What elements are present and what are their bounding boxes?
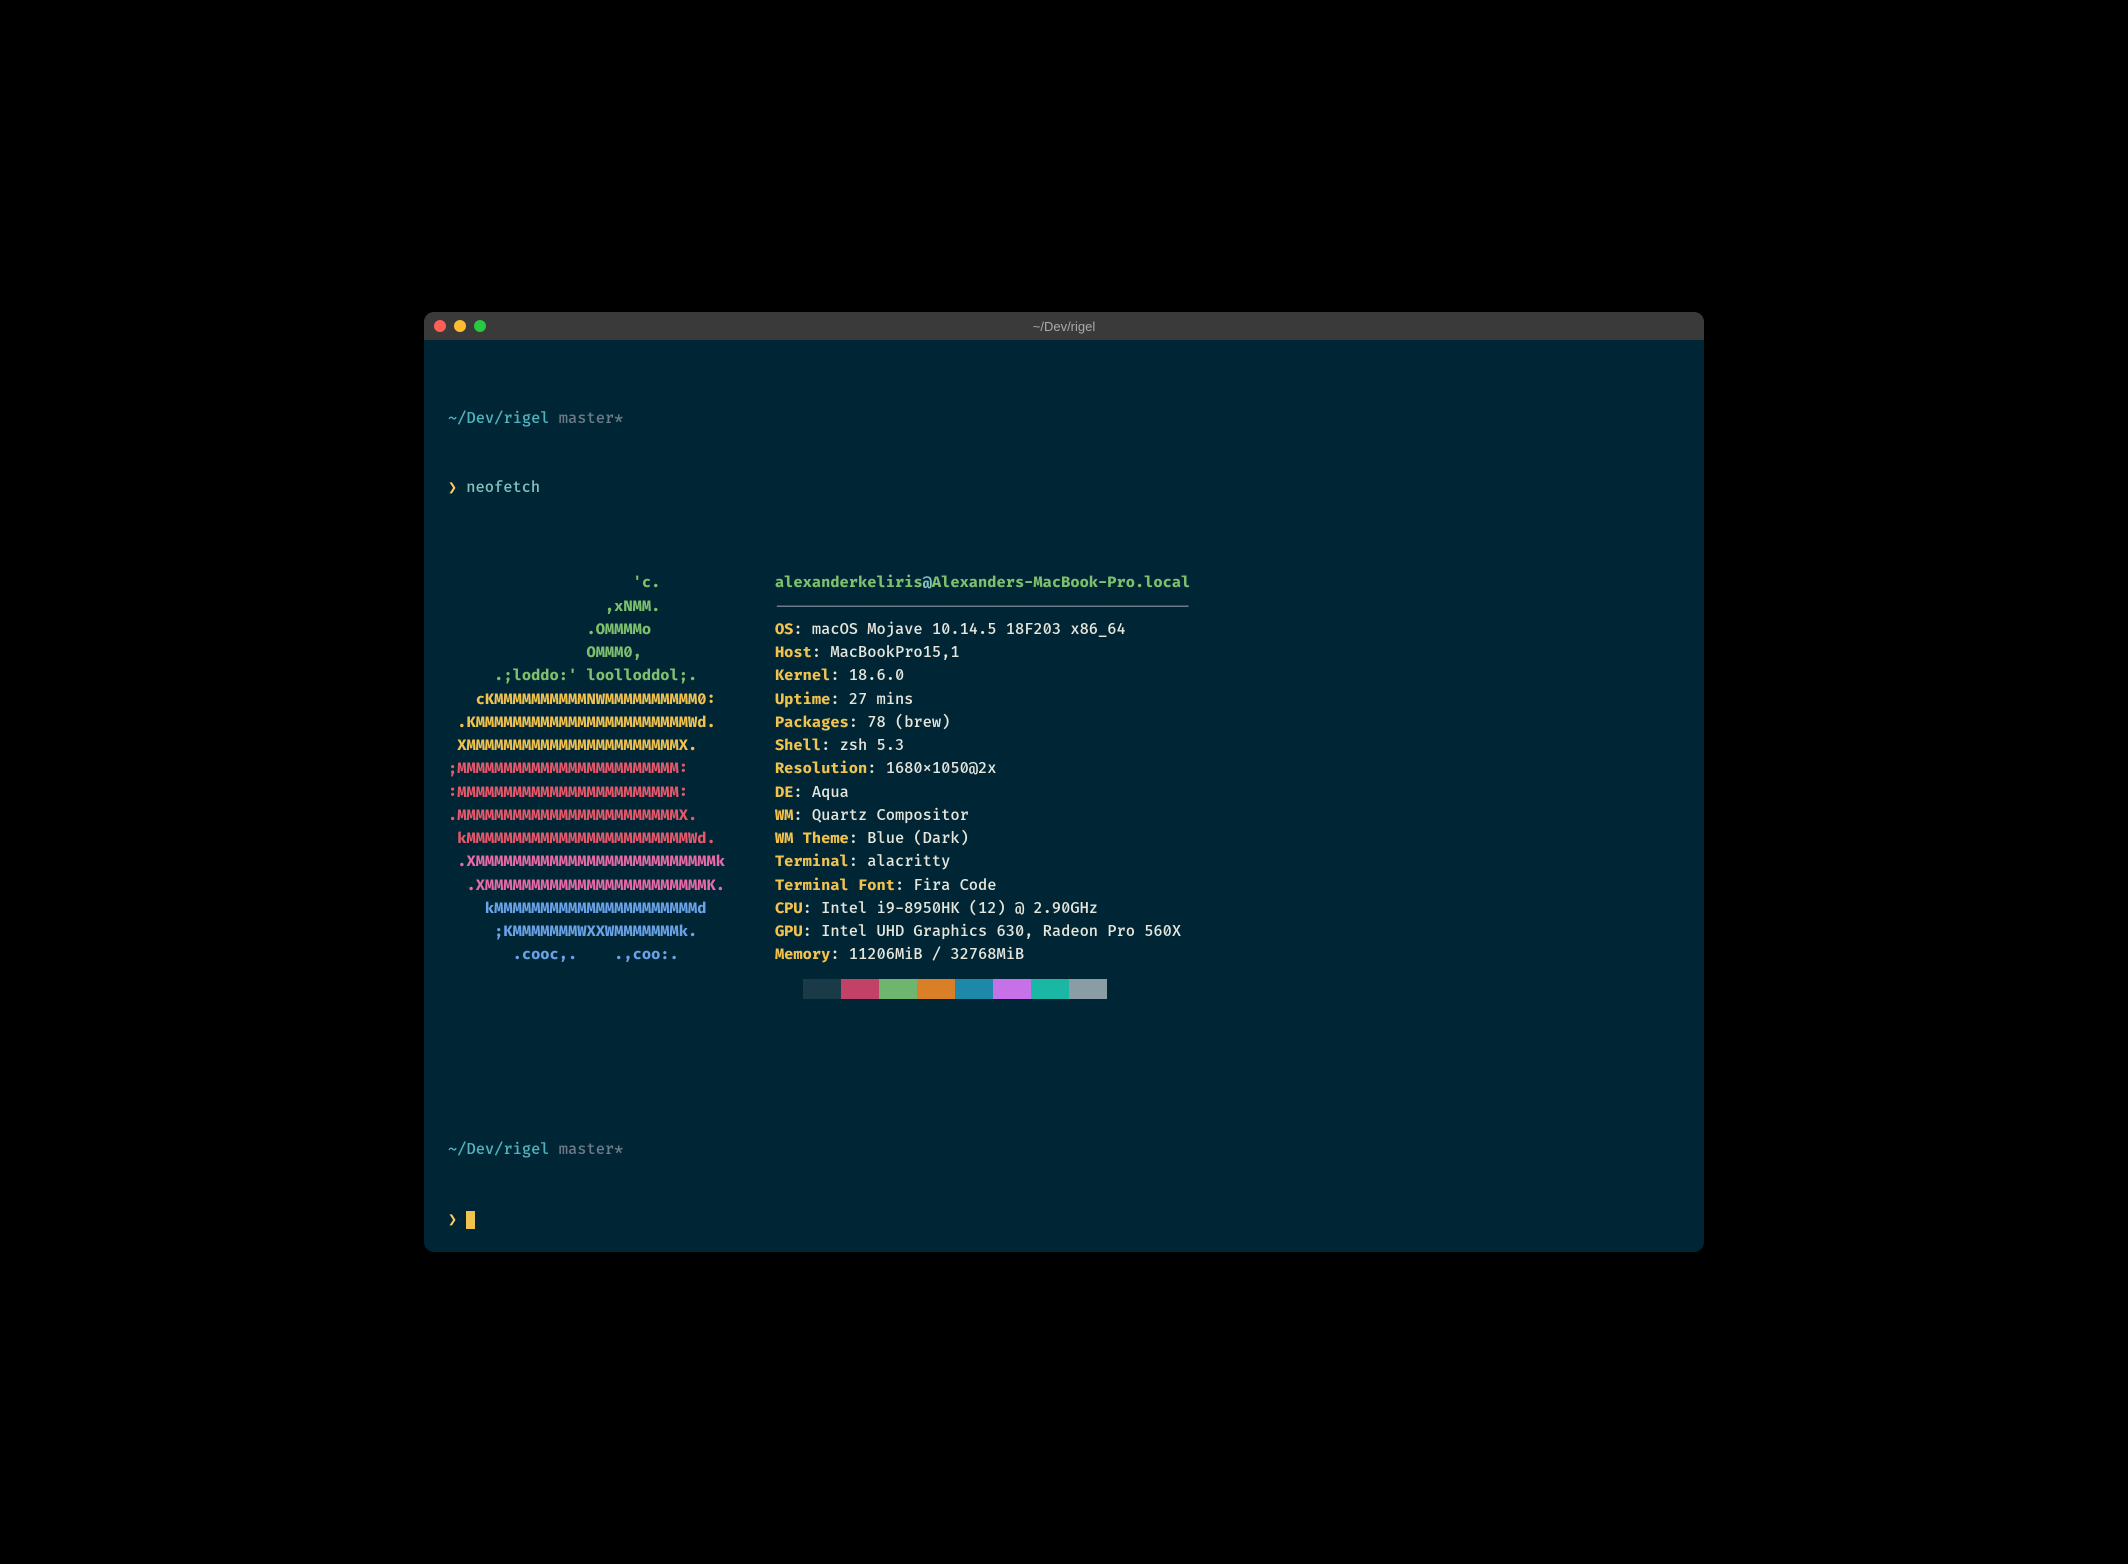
username: alexanderkeliris [775,573,923,592]
color-swatch [917,979,955,999]
ascii-logo: 'c. ,xNMM. .OMMMMo OMMM0, .;loddo:' lool… [448,571,725,998]
git-branch: master* [559,1140,624,1159]
neofetch-output: 'c. ,xNMM. .OMMMMo OMMM0, .;loddo:' lool… [448,571,1680,998]
info-row: CPU: Intel i9-8950HK (12) @ 2.90GHz [775,899,1098,918]
window-title: ~/Dev/rigel [1033,319,1096,334]
color-swatch [879,979,917,999]
git-branch: master* [559,409,624,428]
info-row: Terminal Font: Fira Code [775,876,997,895]
hostname: Alexanders-MacBook-Pro.local [932,573,1190,592]
color-swatch [803,979,841,999]
color-swatch [1031,979,1069,999]
color-swatch [1069,979,1107,999]
info-row: Memory: 11206MiB / 32768MiB [775,945,1024,964]
command-line: ❯ neofetch [448,476,1680,499]
info-row: Shell: zsh 5.3 [775,736,904,755]
info-row: DE: Aqua [775,783,849,802]
info-row: GPU: Intel UHD Graphics 630, Radeon Pro … [775,922,1181,941]
info-row: Packages: 78 (brew) [775,713,950,732]
info-row: WM Theme: Blue (Dark) [775,829,969,848]
separator: ----------------------------------------… [775,597,1190,616]
info-row: OS: macOS Mojave 10.14.5 18F203 x86_64 [775,620,1126,639]
command-line: ❯ [448,1208,1680,1231]
info-row: WM: Quartz Compositor [775,806,969,825]
color-swatch [955,979,993,999]
prompt-line: ~/Dev/rigel master* [448,407,1680,430]
prompt-path: ~/Dev/rigel [448,409,550,428]
system-info: alexanderkeliris@Alexanders-MacBook-Pro.… [775,571,1190,998]
titlebar: ~/Dev/rigel [424,312,1704,340]
color-swatch [993,979,1031,999]
terminal-window: ~/Dev/rigel ~/Dev/rigel master* ❯ neofet… [424,312,1704,1252]
cursor-icon [466,1211,475,1229]
command: neofetch [466,478,540,497]
minimize-button[interactable] [454,320,466,332]
close-button[interactable] [434,320,446,332]
info-row: Resolution: 1680x1050@2x [775,759,997,778]
prompt-line: ~/Dev/rigel master* [448,1138,1680,1161]
prompt-arrow: ❯ [448,478,457,497]
terminal-body[interactable]: ~/Dev/rigel master* ❯ neofetch 'c. ,xNMM… [424,340,1704,1252]
info-row: Uptime: 27 mins [775,690,913,709]
info-row: Terminal: alacritty [775,852,950,871]
color-swatch [841,979,879,999]
prompt-arrow: ❯ [448,1210,457,1229]
maximize-button[interactable] [474,320,486,332]
info-row: Kernel: 18.6.0 [775,666,904,685]
info-row: Host: MacBookPro15,1 [775,643,960,662]
prompt-path: ~/Dev/rigel [448,1140,550,1159]
traffic-lights [434,320,486,332]
color-palette [803,979,1190,999]
